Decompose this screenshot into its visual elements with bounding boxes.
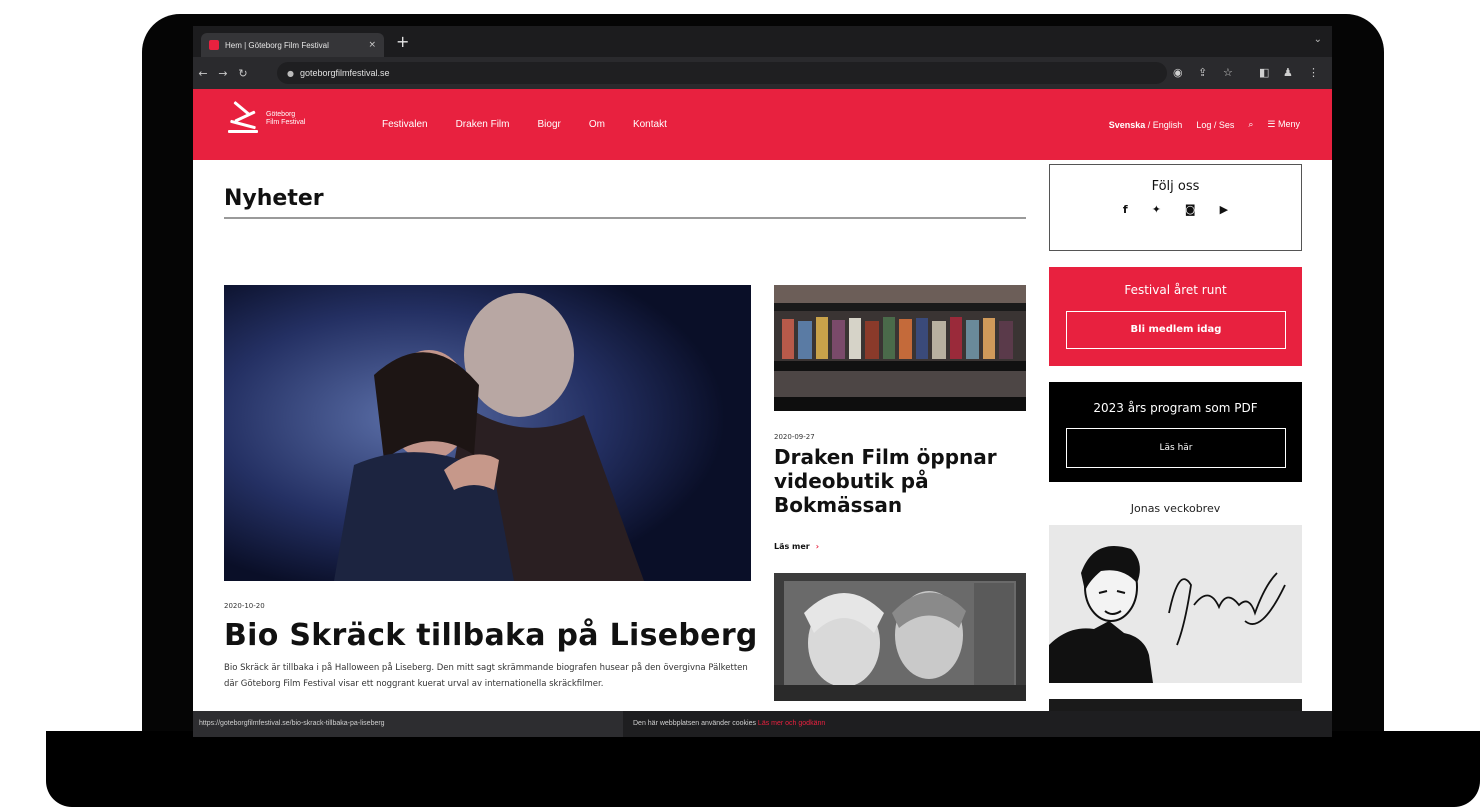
nav-biogr[interactable]: Biogr bbox=[537, 119, 560, 130]
newsletter-portrait[interactable] bbox=[1049, 525, 1302, 683]
side-article-date: 2020-09-27 bbox=[774, 433, 815, 441]
hero-excerpt: Bio Skräck är tillbaka i på Halloween på… bbox=[224, 663, 748, 689]
twitter-icon[interactable]: ✦ bbox=[1152, 203, 1161, 216]
main-nav: Festivalen Draken Film Biogr Om Kontakt bbox=[382, 89, 667, 160]
bw-film-image[interactable] bbox=[774, 573, 1026, 701]
read-more-link[interactable]: Läs mer › bbox=[774, 542, 819, 551]
hero-image[interactable] bbox=[224, 285, 751, 581]
lang-svenska[interactable]: Svenska bbox=[1109, 120, 1146, 130]
sidepanel-icon[interactable]: ◧ bbox=[1259, 66, 1269, 79]
profile-icon[interactable]: ♟ bbox=[1283, 66, 1293, 79]
stage: Hem | Göteborg Film Festival × + ⌄ ← → ↻… bbox=[0, 0, 1481, 807]
nav-festivalen[interactable]: Festivalen bbox=[382, 119, 428, 130]
browser-tab[interactable]: Hem | Göteborg Film Festival × bbox=[201, 33, 384, 57]
follow-us-box: Följ oss f ✦ ◙ ▶ bbox=[1049, 164, 1302, 251]
cookie-text: Den här webbplatsen använder cookies bbox=[633, 720, 756, 727]
facebook-icon[interactable]: f bbox=[1123, 203, 1128, 216]
nav-kontakt[interactable]: Kontakt bbox=[633, 119, 667, 130]
utility-nav: Svenska / English Log / Ses ⌕ ☰ Meny bbox=[1108, 119, 1300, 130]
arrow-right-icon: › bbox=[815, 542, 820, 551]
membership-box: Festival året runt Bli medlem idag bbox=[1049, 267, 1302, 366]
page-title: Nyheter bbox=[224, 186, 324, 211]
follow-title: Följ oss bbox=[1151, 179, 1200, 194]
status-url: https://goteborgfilmfestival.se/bio-skra… bbox=[193, 711, 623, 737]
reload-icon[interactable]: ↻ bbox=[233, 67, 253, 80]
cookie-link[interactable]: Läs mer och godkänn bbox=[758, 720, 825, 727]
hero-date: 2020-10-20 bbox=[224, 602, 265, 610]
browser-toolbar: ← → ↻ ● goteborgfilmfestival.se ◉ ⇪ ☆ ◧ … bbox=[193, 57, 1332, 89]
videobutik-image[interactable] bbox=[774, 285, 1026, 411]
logo-icon bbox=[228, 100, 258, 135]
side-article-title[interactable]: Draken Film öppnar videobutik på Bokmäss… bbox=[774, 445, 1026, 517]
close-tab-icon[interactable]: × bbox=[368, 40, 376, 50]
search-icon[interactable]: ⌕ bbox=[1248, 119, 1253, 130]
title-divider bbox=[224, 217, 1026, 219]
lock-icon: ● bbox=[287, 68, 294, 78]
membership-title: Festival året runt bbox=[1124, 283, 1227, 297]
chevron-down-icon[interactable]: ⌄ bbox=[1314, 34, 1322, 45]
extension-icon[interactable]: ◉ bbox=[1173, 66, 1183, 79]
lang-english[interactable]: English bbox=[1153, 120, 1183, 130]
kebab-menu-icon[interactable]: ⋮ bbox=[1308, 66, 1319, 79]
program-title: 2023 års program som PDF bbox=[1093, 401, 1258, 415]
hero-title[interactable]: Bio Skräck tillbaka på Liseberg bbox=[224, 618, 758, 653]
instagram-icon[interactable]: ◙ bbox=[1185, 203, 1196, 216]
laptop-screen: Hem | Göteborg Film Festival × + ⌄ ← → ↻… bbox=[193, 26, 1332, 737]
logo-text: Göteborg Film Festival bbox=[266, 111, 306, 126]
read-program-button[interactable]: Läs här bbox=[1066, 428, 1286, 468]
become-member-button[interactable]: Bli medlem idag bbox=[1066, 311, 1286, 349]
tab-title: Hem | Göteborg Film Festival bbox=[225, 40, 329, 50]
social-links: f ✦ ◙ ▶ bbox=[1050, 203, 1301, 216]
share-icon[interactable]: ⇪ bbox=[1198, 66, 1207, 79]
nav-om[interactable]: Om bbox=[589, 119, 605, 130]
address-bar[interactable]: ● goteborgfilmfestival.se bbox=[277, 62, 1167, 84]
back-icon[interactable]: ← bbox=[193, 67, 213, 80]
login-link[interactable]: Log / Ses bbox=[1196, 120, 1234, 130]
menu-button[interactable]: ☰ Meny bbox=[1267, 119, 1300, 130]
favicon-icon bbox=[209, 40, 219, 50]
browser-tabbar: Hem | Göteborg Film Festival × + ⌄ bbox=[193, 26, 1332, 57]
site-logo[interactable]: Göteborg Film Festival bbox=[228, 100, 306, 135]
new-tab-icon[interactable]: + bbox=[396, 32, 409, 52]
newsletter-title: Jonas veckobrev bbox=[1130, 502, 1221, 515]
nav-draken-film[interactable]: Draken Film bbox=[456, 119, 510, 130]
laptop-base bbox=[46, 731, 1480, 807]
forward-icon[interactable]: → bbox=[213, 67, 233, 80]
cookie-bar: Den här webbplatsen använder cookies Läs… bbox=[623, 711, 1332, 737]
site-header: Göteborg Film Festival Festivalen Draken… bbox=[193, 89, 1332, 160]
youtube-icon[interactable]: ▶ bbox=[1220, 203, 1228, 216]
bookmark-star-icon[interactable]: ☆ bbox=[1223, 66, 1233, 79]
url-text: goteborgfilmfestival.se bbox=[299, 68, 390, 78]
program-pdf-box: 2023 års program som PDF Läs här bbox=[1049, 382, 1302, 482]
